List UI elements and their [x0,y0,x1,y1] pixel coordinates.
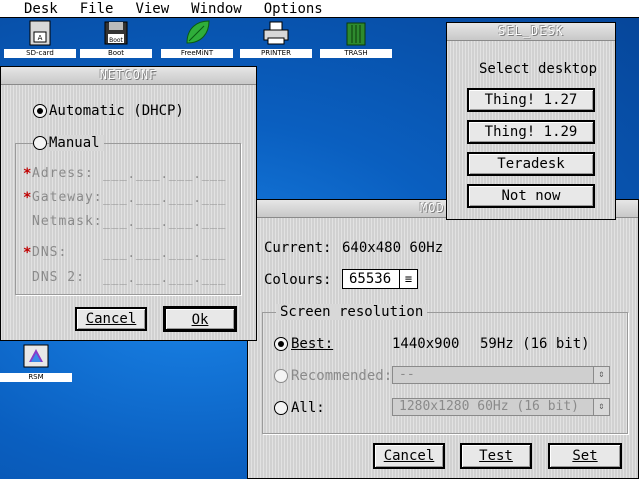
address-input[interactable]: ___.___.___.___ [103,167,226,181]
automatic-dhcp-radio[interactable] [33,104,47,118]
recommended-label: Recommended: [291,368,393,384]
teradesk-button[interactable]: Teradesk [467,152,595,176]
netmask-row: Netmask: ___.___.___.___ [23,215,233,231]
menu-bar: Desk File View Window Options [0,0,639,18]
colours-select[interactable]: 65536 ≡ [342,269,418,289]
svg-text:Boot: Boot [109,37,123,44]
desktop-icon-sd-card[interactable]: A SD-card [0,18,80,58]
mode-test-button[interactable]: Test [460,443,532,469]
best-rate: 59Hz (16 bit) [480,336,590,352]
current-label: Current: [264,240,332,256]
mode-window: MOD Current: 640x480 60Hz Colours: 65536… [247,199,639,479]
desktop-icon-freemint[interactable]: FreeMiNT [157,18,237,58]
best-label: Best: [291,336,334,352]
gateway-input[interactable]: ___.___.___.___ [103,191,226,205]
recommended-radio[interactable] [274,369,288,383]
colours-dropdown-icon: ≡ [399,270,417,288]
sd-card-icon: A [25,18,55,48]
dns-label: DNS: [32,245,68,260]
rsm-icon [21,342,51,372]
mode-cancel-button[interactable]: Cancel [373,443,445,469]
current-value: 640x480 60Hz [342,240,444,256]
netconf-cancel-button[interactable]: Cancel [75,307,147,331]
netconf-titlebar[interactable]: NETCONF [1,67,256,85]
dns-input[interactable]: ___.___.___.___ [103,246,226,260]
netconf-window: NETCONF Automatic (DHCP) Manual * Adress… [0,66,257,341]
menu-desk[interactable]: Desk [0,0,66,18]
mode-set-button[interactable]: Set [548,443,622,469]
desktop-icon-trash[interactable]: TRASH [316,18,396,58]
best-resolution: 1440x900 [392,336,460,352]
all-select[interactable]: 1280x1280 60Hz (16 bit) ⇕ [392,398,610,416]
all-label: All: [291,400,325,416]
all-radio[interactable] [274,401,288,415]
gateway-row: * Gateway: ___.___.___.___ [23,190,227,206]
recommended-dropdown-icon: ⇕ [593,367,609,383]
resolution-group-title: Screen resolution [276,304,428,320]
trash-icon [341,18,371,48]
not-now-button[interactable]: Not now [467,184,595,208]
leaf-icon [182,18,212,48]
desktop-icon-printer[interactable]: PRINTER [236,18,316,58]
dns2-row: DNS 2: ___.___.___.___ [23,271,233,287]
manual-radio[interactable] [33,136,47,150]
desktop-icon-rsm[interactable]: RSM [0,342,76,382]
menu-file[interactable]: File [66,0,122,18]
address-row: * Adress: ___.___.___.___ [23,166,227,182]
printer-icon [261,18,291,48]
sel-desk-titlebar[interactable]: SEL_DESK [447,23,615,41]
netmask-label: Netmask: [32,214,103,229]
address-label: Adress: [32,166,94,181]
thing-127-button[interactable]: Thing! 1.27 [467,88,595,112]
dns2-input[interactable]: ___.___.___.___ [103,271,226,285]
netconf-ok-button[interactable]: Ok [163,306,237,332]
menu-view[interactable]: View [121,0,177,18]
colours-label: Colours: [264,272,332,288]
select-desktop-heading: Select desktop [479,61,598,77]
netmask-input[interactable]: ___.___.___.___ [103,215,226,229]
colours-value: 65536 [349,271,392,287]
all-dropdown-icon: ⇕ [593,399,609,415]
dns-row: * DNS: ___.___.___.___ [23,245,227,261]
manual-label: Manual [49,135,104,151]
menu-window[interactable]: Window [177,0,250,18]
menu-options[interactable]: Options [250,0,331,18]
automatic-dhcp-label: Automatic (DHCP) [49,103,184,119]
svg-text:A: A [38,34,43,42]
best-radio[interactable] [274,337,288,351]
boot-disk-icon: Boot [101,18,131,48]
gateway-label: Gateway: [32,190,103,205]
sel-desk-window: SEL_DESK Select desktop Thing! 1.27 Thin… [446,22,616,220]
recommended-select[interactable]: -- ⇕ [392,366,610,384]
thing-129-button[interactable]: Thing! 1.29 [467,120,595,144]
desktop-icon-boot[interactable]: Boot Boot [76,18,156,58]
dns2-label: DNS 2: [32,270,85,285]
